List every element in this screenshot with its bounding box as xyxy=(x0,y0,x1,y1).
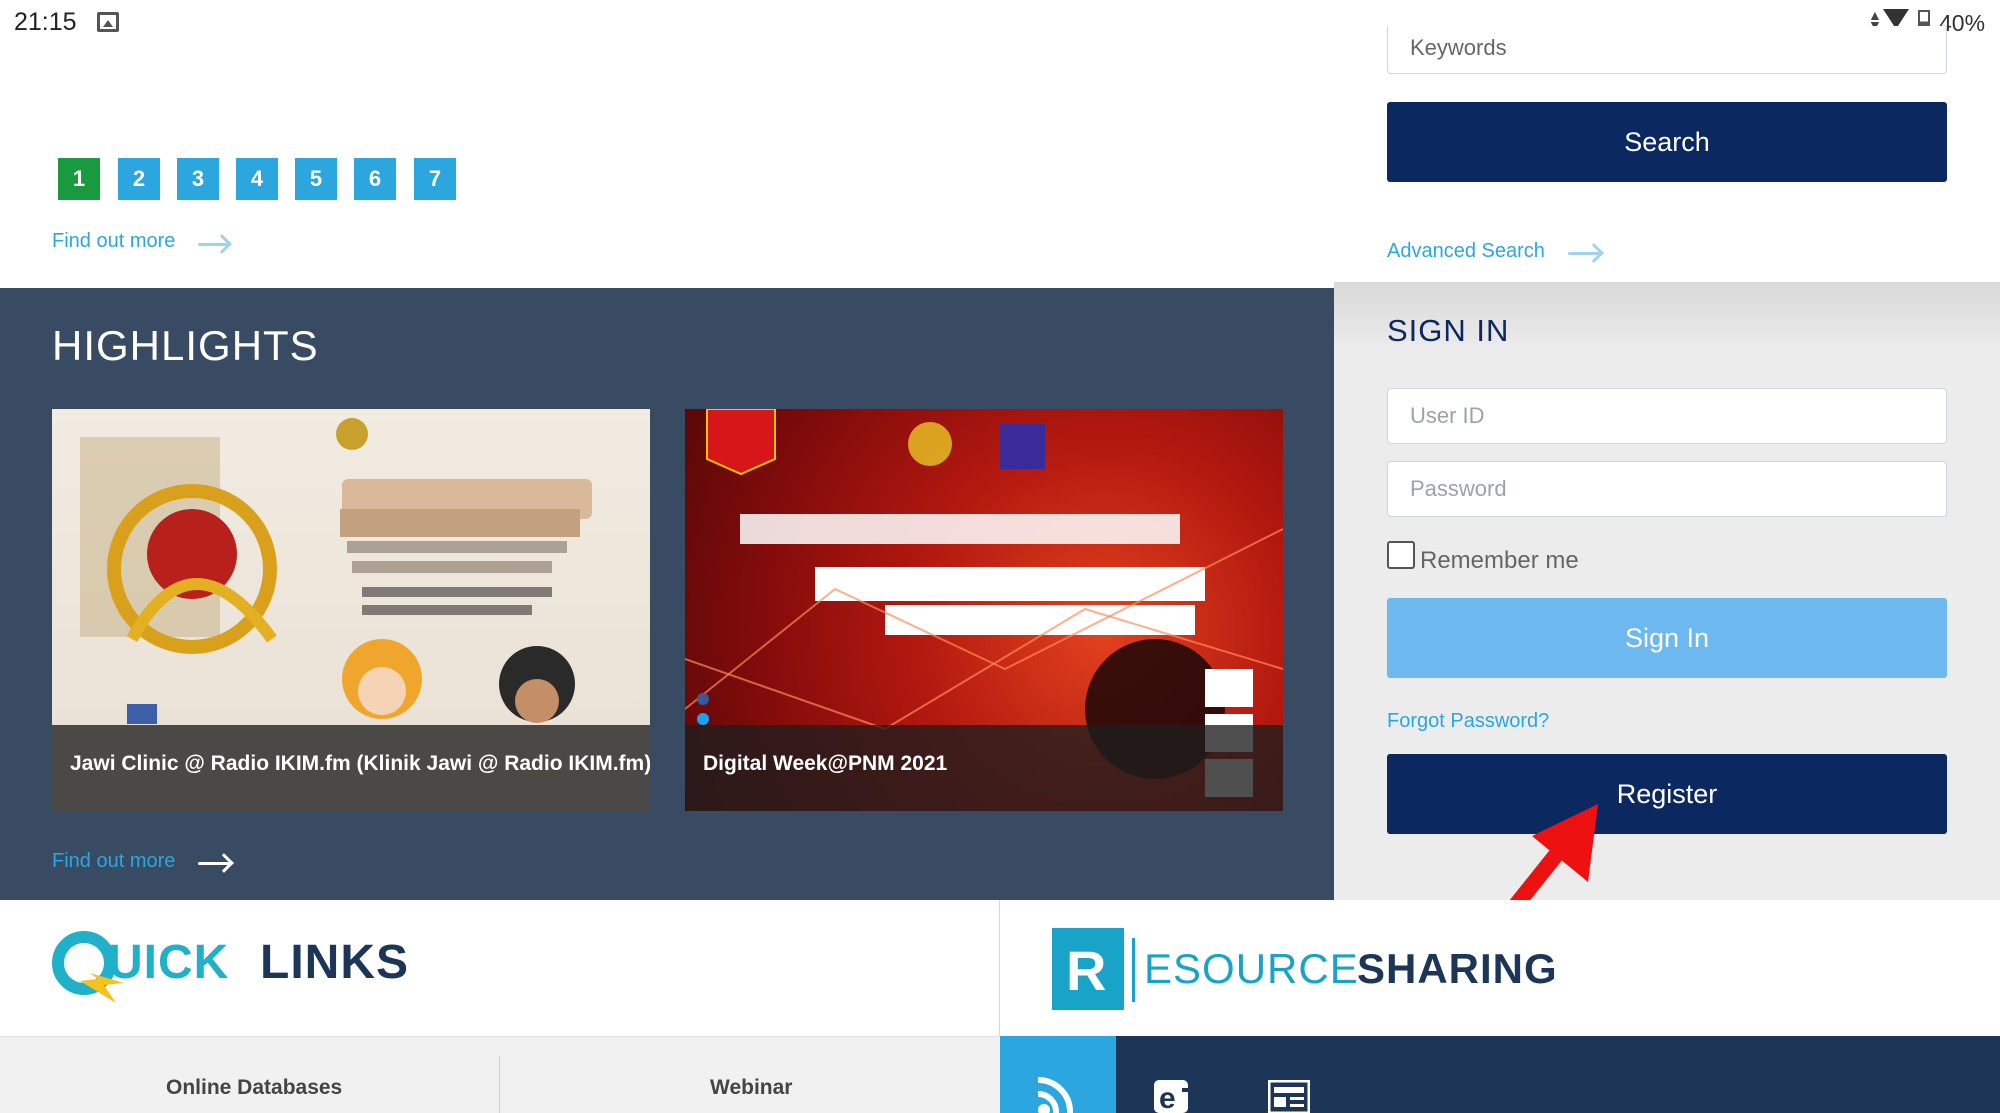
user-id-input[interactable]: User ID xyxy=(1387,388,1947,444)
svg-text:e: e xyxy=(1159,1082,1176,1113)
arrow-right-icon[interactable] xyxy=(1568,241,1606,265)
forgot-password-link[interactable]: Forgot Password? xyxy=(1387,710,1549,733)
sign-in-button[interactable]: Sign In xyxy=(1387,598,1947,678)
card-caption-text: Digital Week@PNM 2021 xyxy=(703,752,948,775)
highlights-title: HIGHLIGHTS xyxy=(52,322,319,369)
logo-divider xyxy=(1132,938,1135,1002)
page-5-button[interactable]: 5 xyxy=(295,158,337,200)
tab-webinar[interactable]: Webinar xyxy=(710,1076,792,1100)
page-6-button[interactable]: 6 xyxy=(354,158,396,200)
quick-links-tabs xyxy=(0,1036,1000,1113)
password-input[interactable]: Password xyxy=(1387,461,1947,517)
esource-logo-word: ESOURCE xyxy=(1144,945,1359,992)
rss-icon xyxy=(1038,1077,1073,1113)
status-time: 21:15 xyxy=(14,8,77,36)
links-logo-word: LINKS xyxy=(260,936,409,989)
arrow-right-icon[interactable] xyxy=(198,232,234,256)
newspaper-icon[interactable] xyxy=(1267,1079,1311,1113)
ebook-icon[interactable]: e xyxy=(1152,1076,1194,1113)
card-caption: Digital Week@PNM 2021 xyxy=(685,725,1283,811)
quick-logo-word: UICK xyxy=(108,936,230,989)
card-caption-text: Jawi Clinic @ Radio IKIM.fm (Klinik Jawi… xyxy=(70,752,650,775)
page-3-button[interactable]: 3 xyxy=(177,158,219,200)
remember-me-label[interactable]: Remember me xyxy=(1420,547,1579,575)
highlight-card-digital-week[interactable]: Digital Week@PNM 2021 xyxy=(685,409,1283,811)
sharing-logo-word: SHARING xyxy=(1357,945,1558,992)
arrow-right-icon[interactable] xyxy=(198,851,236,875)
gallery-notification-icon xyxy=(97,12,119,32)
keywords-input[interactable]: Keywords xyxy=(1387,26,1947,74)
resource-sharing-tabs xyxy=(1000,1036,2000,1113)
search-button[interactable]: Search xyxy=(1387,102,1947,182)
page-2-button[interactable]: 2 xyxy=(118,158,160,200)
resource-logo-letter: R xyxy=(1066,939,1107,1002)
signin-title: SIGN IN xyxy=(1387,313,1510,348)
news-find-out-more-link[interactable]: Find out more xyxy=(52,230,175,253)
rss-tab[interactable] xyxy=(1000,1036,1116,1113)
card-caption: Jawi Clinic @ Radio IKIM.fm (Klinik Jawi… xyxy=(52,725,650,811)
tab-online-databases[interactable]: Online Databases xyxy=(166,1076,342,1100)
advanced-search-link[interactable]: Advanced Search xyxy=(1387,240,1545,263)
highlight-card-jawi-clinic[interactable]: Jawi Clinic @ Radio IKIM.fm (Klinik Jawi… xyxy=(52,409,650,811)
resource-sharing-logo-icon: R xyxy=(1052,928,1124,1010)
page-4-button[interactable]: 4 xyxy=(236,158,278,200)
page-1-button[interactable]: 1 xyxy=(58,158,100,200)
tab-divider xyxy=(499,1056,500,1113)
remember-me-checkbox[interactable] xyxy=(1387,541,1415,569)
page-7-button[interactable]: 7 xyxy=(414,158,456,200)
highlights-find-out-more-link[interactable]: Find out more xyxy=(52,850,175,873)
